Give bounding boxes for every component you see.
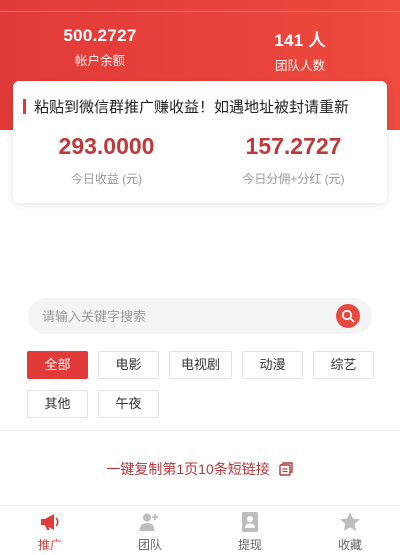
tab-favorites-label: 收藏: [337, 538, 362, 552]
notice-marquee: 粘贴到微信群推广赚收益！如遇地址被封请重新: [23, 96, 379, 116]
tab-team[interactable]: 团队: [100, 506, 200, 555]
today-earnings-value: 293.0000: [58, 133, 155, 159]
header-divider: [0, 11, 400, 12]
tab-withdraw[interactable]: 提现: [200, 506, 300, 555]
balance-value: 500.2727: [63, 26, 137, 45]
earnings-card: 粘贴到微信群推广赚收益！如遇地址被封请重新 293.0000 157.2727 …: [13, 81, 387, 203]
notice-text: 粘贴到微信群推广赚收益！如遇地址被封请重新: [34, 98, 350, 116]
category-midnight[interactable]: 午夜: [98, 390, 159, 418]
commission-value: 157.2727: [245, 133, 342, 159]
megaphone-icon: [41, 514, 59, 530]
tab-withdraw-label: 提现: [237, 538, 262, 552]
category-movie[interactable]: 电影: [98, 351, 159, 379]
withdraw-icon: [242, 512, 258, 532]
tab-team-label: 团队: [137, 538, 162, 552]
balance-stat[interactable]: 500.2727 帐户余额: [0, 26, 200, 69]
search-button[interactable]: [336, 304, 360, 328]
search-bar: [28, 298, 372, 334]
team-count-label: 团队人数: [274, 59, 325, 73]
commission-label: 今日分佣+分红 (元): [242, 172, 345, 186]
category-all[interactable]: 全部: [27, 351, 88, 379]
tab-promote-label: 推广: [37, 538, 62, 552]
copy-short-links-button[interactable]: 一键复制第1页10条短链接: [0, 458, 400, 480]
today-earnings-label: 今日收益 (元): [70, 172, 143, 186]
category-anime[interactable]: 动漫: [242, 351, 303, 379]
team-count-value: 141 人: [274, 31, 326, 50]
notice-accent-bar: [23, 98, 26, 114]
search-icon: [341, 309, 355, 323]
copy-icon: [278, 462, 293, 476]
copy-short-links-label: 一键复制第1页10条短链接: [106, 461, 270, 477]
section-divider: [0, 430, 400, 431]
category-tv-series[interactable]: 电视剧: [169, 351, 232, 379]
tab-favorites[interactable]: 收藏: [300, 506, 400, 555]
balance-label: 帐户余额: [74, 54, 125, 68]
star-icon: [340, 512, 360, 531]
category-other[interactable]: 其他: [27, 390, 88, 418]
team-stat[interactable]: 141 人 团队人数: [200, 26, 400, 74]
search-input[interactable]: [42, 298, 332, 334]
bottom-tab-bar: 推广 团队 提现 收藏: [0, 505, 400, 555]
category-variety[interactable]: 综艺: [313, 351, 374, 379]
tab-promote[interactable]: 推广: [0, 506, 100, 555]
team-icon: [139, 513, 158, 531]
